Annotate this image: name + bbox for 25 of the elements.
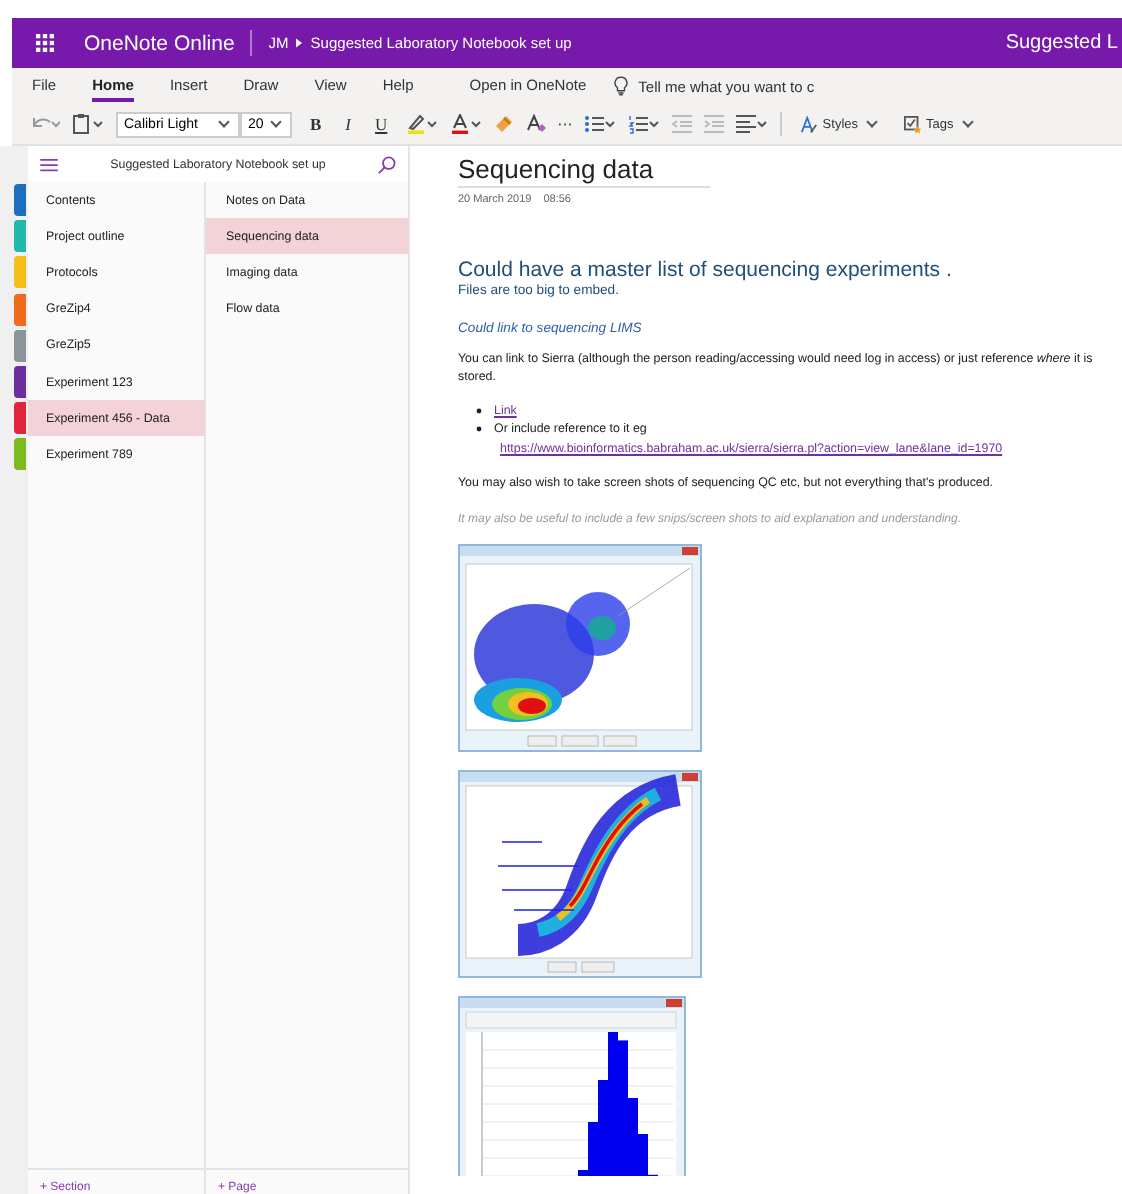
font-color-icon[interactable] <box>449 114 482 134</box>
italic-button[interactable]: I <box>339 114 358 134</box>
more-options-button[interactable]: ··· <box>557 115 573 133</box>
search-icon[interactable] <box>378 155 396 173</box>
bullet-icon <box>476 426 482 433</box>
menu-icon[interactable] <box>40 157 58 171</box>
app-name[interactable]: OneNote Online <box>84 31 235 55</box>
align-icon[interactable] <box>736 114 769 134</box>
app-launcher-icon[interactable] <box>36 34 54 52</box>
bold-button[interactable]: B <box>304 114 328 134</box>
chevron-right-icon <box>296 38 303 48</box>
numbered-list-icon[interactable] <box>628 114 661 134</box>
lightbulb-icon <box>614 76 629 96</box>
heading-text: Could have a master list of sequencing experiments . <box>458 258 954 282</box>
notebook-title: Suggested L <box>1005 32 1120 54</box>
bullet-list-icon[interactable] <box>584 114 617 134</box>
bullet-icon <box>476 407 482 414</box>
tag-checkbox-icon <box>904 115 922 133</box>
clipboard-icon[interactable] <box>72 114 104 134</box>
clear-formatting-icon[interactable] <box>525 114 546 134</box>
styles-icon <box>800 115 819 133</box>
page-title[interactable]: Sequencing data <box>458 154 710 188</box>
underline-button[interactable]: U <box>369 114 394 134</box>
format-painter-icon[interactable] <box>493 114 514 134</box>
highlighter-icon[interactable] <box>405 114 438 134</box>
